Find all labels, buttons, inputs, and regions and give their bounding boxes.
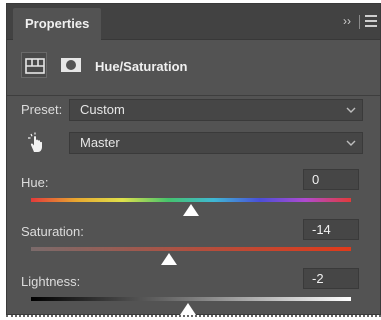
hue-slider-track[interactable] bbox=[31, 198, 351, 202]
saturation-label: Saturation: bbox=[21, 224, 84, 239]
preset-value: Custom bbox=[80, 102, 125, 117]
panel-menu-icon[interactable] bbox=[365, 15, 377, 28]
panel-bottom-edge bbox=[6, 315, 381, 317]
lightness-value-field[interactable]: -2 bbox=[303, 268, 359, 289]
channel-dropdown[interactable]: Master bbox=[69, 132, 363, 154]
lightness-label: Lightness: bbox=[21, 274, 81, 289]
saturation-slider-track[interactable] bbox=[31, 247, 351, 251]
hand-pointer-icon[interactable] bbox=[25, 131, 49, 155]
hue-label: Hue: bbox=[21, 175, 49, 190]
preset-dropdown[interactable]: Custom bbox=[69, 99, 363, 121]
tab-properties[interactable]: Properties bbox=[13, 8, 102, 40]
hue-slider-thumb[interactable] bbox=[183, 204, 199, 216]
preset-label: Preset: bbox=[21, 102, 63, 117]
collapse-panel-button[interactable]: ›› bbox=[340, 13, 354, 29]
saturation-value-field[interactable]: -14 bbox=[303, 219, 359, 240]
layer-mask-icon[interactable] bbox=[57, 52, 83, 78]
panel-titlebar: Properties ›› bbox=[7, 4, 380, 40]
channel-value: Master bbox=[80, 135, 120, 150]
lightness-slider-thumb[interactable] bbox=[179, 303, 196, 315]
adjustment-title: Hue/Saturation bbox=[95, 59, 188, 74]
chevron-down-icon bbox=[346, 107, 356, 113]
lightness-slider-track[interactable] bbox=[31, 297, 351, 301]
hue-value-field[interactable]: 0 bbox=[303, 169, 359, 190]
properties-panel: Properties ›› Hue/Saturation Preset: Cus… bbox=[6, 3, 381, 315]
chevron-down-icon bbox=[346, 140, 356, 146]
adjustment-layer-icon[interactable] bbox=[21, 52, 47, 78]
titlebar-divider bbox=[359, 15, 360, 29]
saturation-slider-thumb[interactable] bbox=[160, 253, 177, 265]
adjustment-header: Hue/Saturation bbox=[7, 40, 380, 96]
